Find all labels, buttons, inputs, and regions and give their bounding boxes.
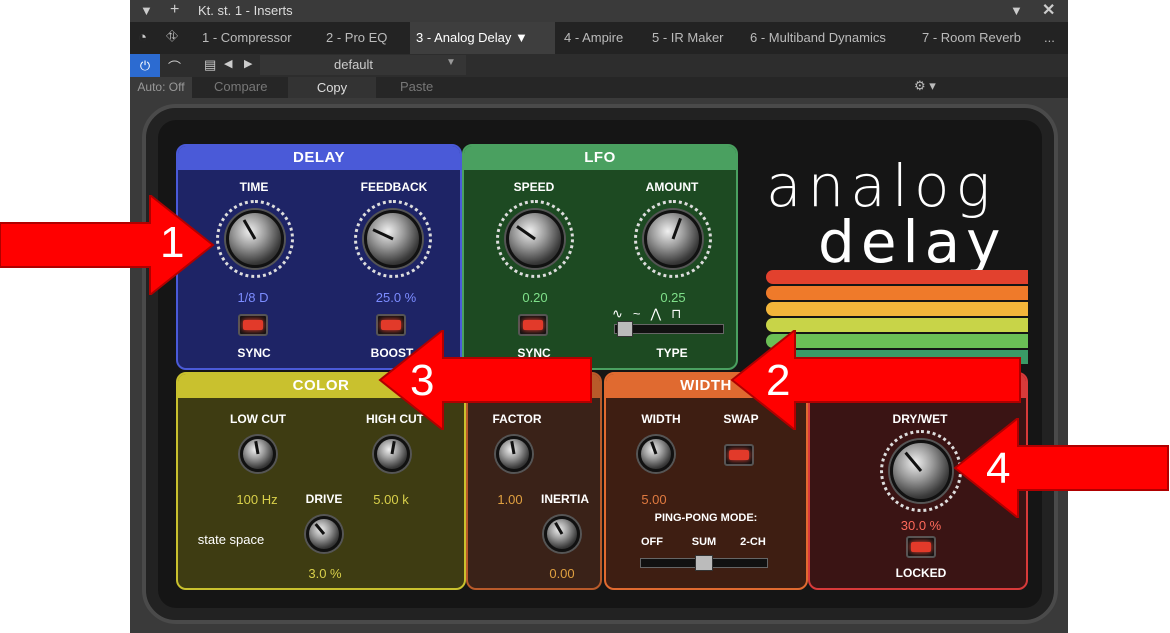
lfo-type-thumb[interactable] (617, 321, 633, 337)
tab-pro-eq[interactable]: 2 - Pro EQ (320, 22, 393, 54)
width-value: 5.00 (641, 492, 667, 507)
logo-line1: analog (766, 152, 997, 220)
pingpong-2ch: 2-CH (740, 536, 766, 548)
feedback-knob[interactable] (364, 210, 422, 268)
activate-icon[interactable]: ⌒ (168, 57, 181, 76)
callout-number-1: 1 (160, 218, 185, 267)
inertia-label: INERTIA (541, 492, 589, 506)
speed-label: SPEED (513, 180, 555, 194)
insert-tabs: ◔ ⛗ 1 - Compressor 2 - Pro EQ 3 - Analog… (130, 22, 1068, 54)
tab-multiband-dynamics[interactable]: 6 - Multiband Dynamics (744, 22, 892, 54)
dry-wet-knob[interactable] (890, 440, 952, 502)
preset-bar: ⏻ ⌒ ▤ ◀ ▶ default ▼ (130, 54, 1068, 77)
high-cut-value: 5.00 k (373, 492, 409, 507)
window-title: Kt. st. 1 - Inserts (198, 3, 293, 18)
drive-value: 3.0 % (308, 566, 342, 581)
factor-knob[interactable] (496, 436, 532, 472)
lfo-type-slider[interactable] (614, 321, 724, 337)
copy-button[interactable]: Copy (288, 77, 376, 98)
low-cut-label: LOW CUT (230, 412, 286, 426)
preset-file-icon[interactable]: ▤ (204, 57, 216, 73)
lfo-waveform-icons: ∿~⋀⊓ (612, 306, 692, 321)
power-icon[interactable]: ◔ (138, 29, 147, 46)
pingpong-off: OFF (641, 536, 663, 548)
delay-sync-switch[interactable] (238, 314, 268, 336)
tab-label: 3 - Analog Delay (416, 30, 512, 45)
width-label: WIDTH (641, 412, 681, 426)
routing-icon[interactable]: ⛗ (166, 28, 178, 45)
callout-number-2: 2 (766, 356, 791, 405)
delay-title: DELAY (178, 146, 460, 170)
pingpong-label: PING-PONG MODE: (654, 512, 758, 524)
inertia-knob[interactable] (544, 516, 580, 552)
amount-label: AMOUNT (645, 180, 699, 194)
drive-knob[interactable] (306, 516, 342, 552)
plugin-window: ▼ + Kt. st. 1 - Inserts ▼ ✕ ◔ ⛗ 1 - Comp… (130, 0, 1068, 633)
speed-value: 0.20 (522, 290, 548, 305)
settings-gear-icon[interactable]: ⚙ ▾ (914, 78, 936, 94)
time-knob[interactable] (226, 210, 284, 268)
title-bar: ▼ + Kt. st. 1 - Inserts ▼ ✕ (130, 0, 1068, 22)
time-value: 1/8 D (237, 290, 269, 305)
tab-room-reverb[interactable]: 7 - Room Reverb (916, 22, 1027, 54)
tab-compressor[interactable]: 1 - Compressor (196, 22, 298, 54)
delay-sync-label: SYNC (237, 346, 271, 360)
tab-analog-delay[interactable]: 3 - Analog Delay ▼ (410, 22, 555, 54)
chevron-down-icon: ▼ (446, 57, 456, 68)
swap-switch[interactable] (724, 444, 754, 466)
compare-bar: Auto: Off Compare Copy Paste ⚙ ▾ (130, 77, 1068, 98)
dry-wet-value: 30.0 % (900, 518, 942, 533)
close-icon[interactable]: ✕ (1042, 0, 1055, 20)
preset-select[interactable]: default ▼ (260, 55, 466, 75)
tab-more[interactable]: ... (1038, 22, 1061, 54)
tab-ampire[interactable]: 4 - Ampire (558, 22, 629, 54)
add-icon[interactable]: + (170, 1, 179, 19)
locked-switch[interactable] (906, 536, 936, 558)
pin-icon[interactable]: ▼ (1010, 3, 1023, 18)
auto-button[interactable]: Auto: Off (130, 77, 192, 98)
amount-knob[interactable] (644, 210, 702, 268)
width-knob[interactable] (638, 436, 674, 472)
amount-value: 0.25 (660, 290, 686, 305)
bypass-icon[interactable]: ⏻ (130, 54, 160, 77)
tab-ir-maker[interactable]: 5 - IR Maker (646, 22, 730, 54)
time-label: TIME (239, 180, 269, 194)
lfo-title: LFO (464, 146, 736, 170)
pingpong-thumb[interactable] (695, 555, 713, 571)
pingpong-slider[interactable] (640, 555, 768, 571)
analog-delay-logo: analog delay (766, 152, 1026, 276)
feedback-label: FEEDBACK (360, 180, 428, 194)
callout-number-3: 3 (410, 356, 435, 405)
drive-label: DRIVE (305, 492, 343, 506)
preset-name: default (334, 57, 374, 72)
logo-line2: delay (818, 208, 1007, 276)
preset-next-icon[interactable]: ▶ (244, 57, 252, 70)
pingpong-sum: SUM (691, 536, 717, 548)
speed-knob[interactable] (506, 210, 564, 268)
inertia-value: 0.00 (549, 566, 575, 581)
low-cut-value: 100 Hz (236, 492, 278, 507)
collapse-icon[interactable]: ▼ (140, 3, 153, 18)
feedback-value: 25.0 % (375, 290, 417, 305)
locked-label: LOCKED (895, 566, 947, 580)
compare-button[interactable]: Compare (214, 79, 267, 94)
lfo-type-label: TYPE (656, 346, 688, 360)
state-space-logo: state space (197, 532, 265, 547)
high-cut-knob[interactable] (374, 436, 410, 472)
low-cut-knob[interactable] (240, 436, 276, 472)
preset-prev-icon[interactable]: ◀ (224, 57, 232, 70)
paste-button[interactable]: Paste (400, 79, 433, 94)
callout-number-4: 4 (986, 444, 1011, 493)
